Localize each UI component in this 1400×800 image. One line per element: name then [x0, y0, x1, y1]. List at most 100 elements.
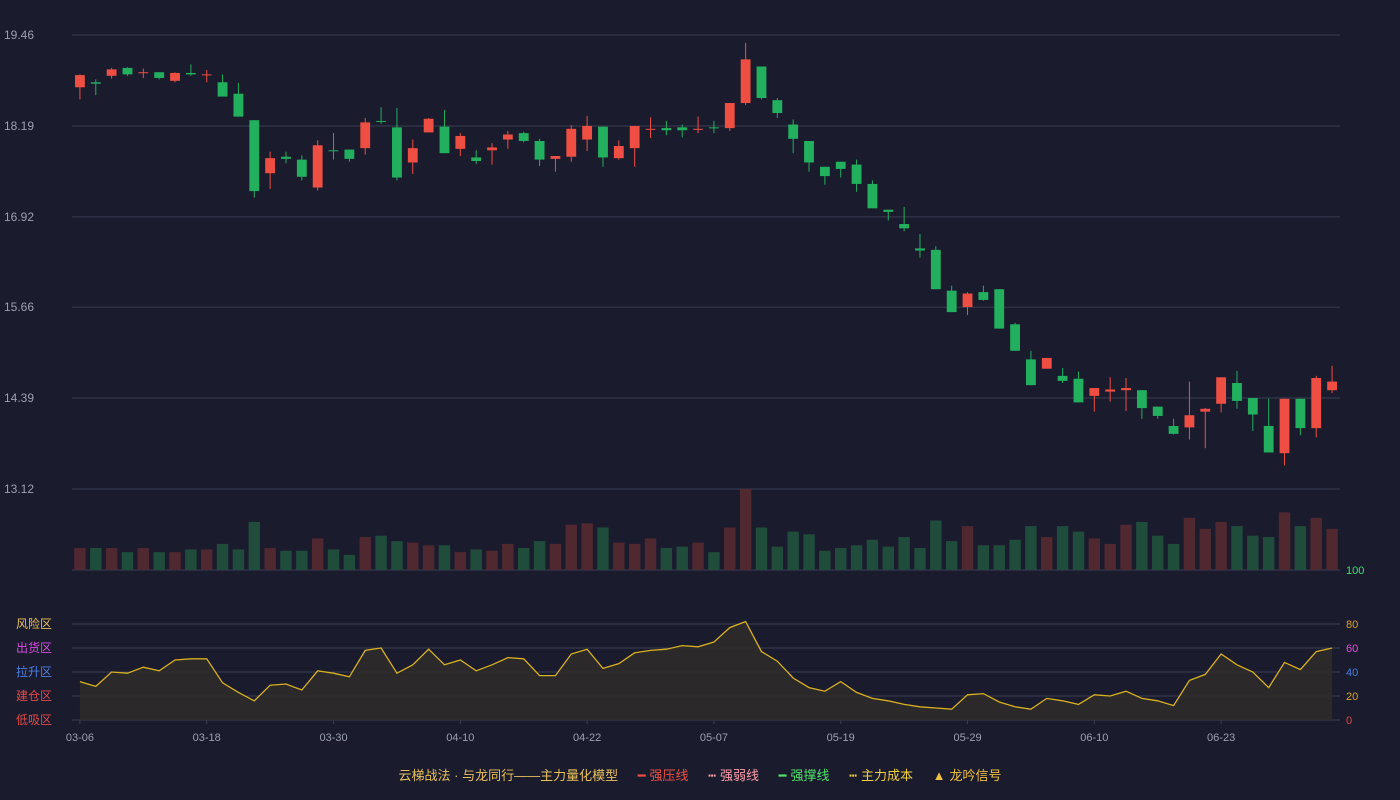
candle-body	[899, 224, 910, 229]
zone-label: 出货区	[16, 640, 52, 655]
candle-body	[598, 126, 608, 158]
volume-bar	[1120, 524, 1132, 570]
volume-bar	[1294, 526, 1307, 570]
candle-body	[122, 67, 133, 75]
candle-body	[867, 183, 878, 209]
volume-bar	[565, 524, 577, 570]
candle-body	[693, 128, 703, 130]
candle-body	[281, 156, 291, 159]
volume-bar	[549, 543, 562, 570]
legend-item-strong-pressure[interactable]: ━ 强压线	[638, 765, 689, 784]
legend-label: 强撑线	[790, 768, 830, 783]
candle-body	[1089, 388, 1100, 396]
candles	[75, 42, 1337, 466]
price-tick-label: 16.92	[4, 210, 34, 224]
volume-bar	[518, 548, 530, 570]
candle-body	[439, 126, 450, 154]
candle-body	[471, 157, 482, 162]
x-tick-label: 05-19	[827, 732, 855, 744]
x-tick-label: 06-23	[1207, 732, 1235, 744]
indicator-fill	[79, 621, 1333, 720]
price-tick-label: 18.19	[4, 119, 34, 133]
volume-bar	[945, 541, 958, 570]
volume-bar	[930, 520, 942, 570]
volume-bar	[359, 537, 371, 570]
candle-body	[170, 72, 180, 81]
volume-bar	[613, 542, 625, 570]
candle-body	[75, 75, 85, 88]
volume-bar	[470, 549, 482, 570]
candle-body	[423, 118, 434, 133]
candle-body	[1232, 383, 1242, 401]
volume-bar	[914, 548, 926, 570]
volume-bar	[1072, 531, 1085, 570]
volume-bar	[835, 548, 847, 570]
candle-body	[566, 128, 577, 157]
candle-body	[677, 127, 688, 131]
candle-body	[185, 72, 196, 75]
volume-bar	[343, 554, 356, 570]
candle-body	[138, 72, 149, 74]
candle-body	[709, 127, 719, 129]
volume-bar	[137, 548, 150, 570]
price-grid	[72, 34, 1340, 571]
candle-body	[217, 82, 228, 97]
volume-bar	[248, 521, 260, 570]
candle-body	[1136, 390, 1147, 409]
legend-mark-strong-pressure: ━	[637, 768, 646, 783]
candle-body	[756, 66, 767, 99]
volume-bar	[1247, 535, 1259, 570]
volume-bar	[232, 549, 245, 570]
candle-body	[1247, 398, 1258, 415]
legend-label: 龙吟信号	[949, 768, 1002, 783]
volume-bar	[169, 552, 181, 570]
legend-label: 强弱线	[720, 768, 760, 783]
candle-body	[1010, 324, 1020, 351]
volume-bar	[454, 552, 467, 570]
volume-bar	[264, 548, 276, 570]
volume-bar	[787, 531, 799, 570]
candle-body	[629, 125, 640, 149]
legend-item-dragon-signal[interactable]: ▲ 龙吟信号	[933, 765, 1002, 784]
candle-body	[407, 148, 418, 163]
volume-bar	[1262, 537, 1275, 570]
candle-body	[930, 249, 941, 290]
price-tick-label: 15.66	[4, 300, 34, 314]
candle-body	[1184, 415, 1195, 428]
volume-bar	[882, 546, 894, 570]
candle-body	[724, 103, 735, 129]
volume-bar	[502, 543, 514, 570]
volume-bar	[1056, 526, 1069, 570]
candle-body	[455, 135, 466, 149]
candle-body	[1121, 388, 1131, 391]
candle-body	[994, 289, 1005, 329]
price-tick-label: 14.39	[4, 391, 34, 405]
indicator-tick-label: 0	[1346, 715, 1352, 727]
x-axis: 03-06 03-18 03-30 04-10 04-22 05-07 05-19 05-29…	[66, 720, 1235, 744]
volume-bar	[1041, 537, 1053, 570]
indicator-tick-label: 80	[1346, 619, 1358, 631]
volume-bar	[407, 542, 419, 570]
volume-bar	[1215, 521, 1227, 570]
volume-bar	[898, 537, 910, 570]
volume-bar	[866, 539, 879, 570]
x-tick-label: 05-29	[953, 732, 981, 744]
candle-body	[613, 145, 624, 159]
legend-item-strong-support[interactable]: ━ 强撑线	[779, 765, 830, 784]
candle-body	[392, 127, 402, 178]
volume-bars	[74, 489, 1338, 570]
candle-body	[1168, 425, 1179, 434]
legend-item-strength-line[interactable]: ┅ 强弱线	[708, 765, 759, 784]
candle-body	[1026, 359, 1036, 386]
price-tick-label: 19.46	[4, 28, 34, 42]
volume-bar	[216, 543, 229, 570]
candle-body	[550, 156, 561, 159]
x-tick-label: 03-06	[66, 732, 94, 744]
volume-bar	[1326, 528, 1338, 570]
candle-body	[265, 158, 276, 174]
candle-body	[249, 120, 260, 192]
legend-item-main-cost[interactable]: ┅ 主力成本	[849, 765, 913, 784]
indicator-tick-label: 20	[1346, 691, 1358, 703]
volume-bar	[803, 534, 815, 570]
candle-body	[946, 290, 957, 313]
